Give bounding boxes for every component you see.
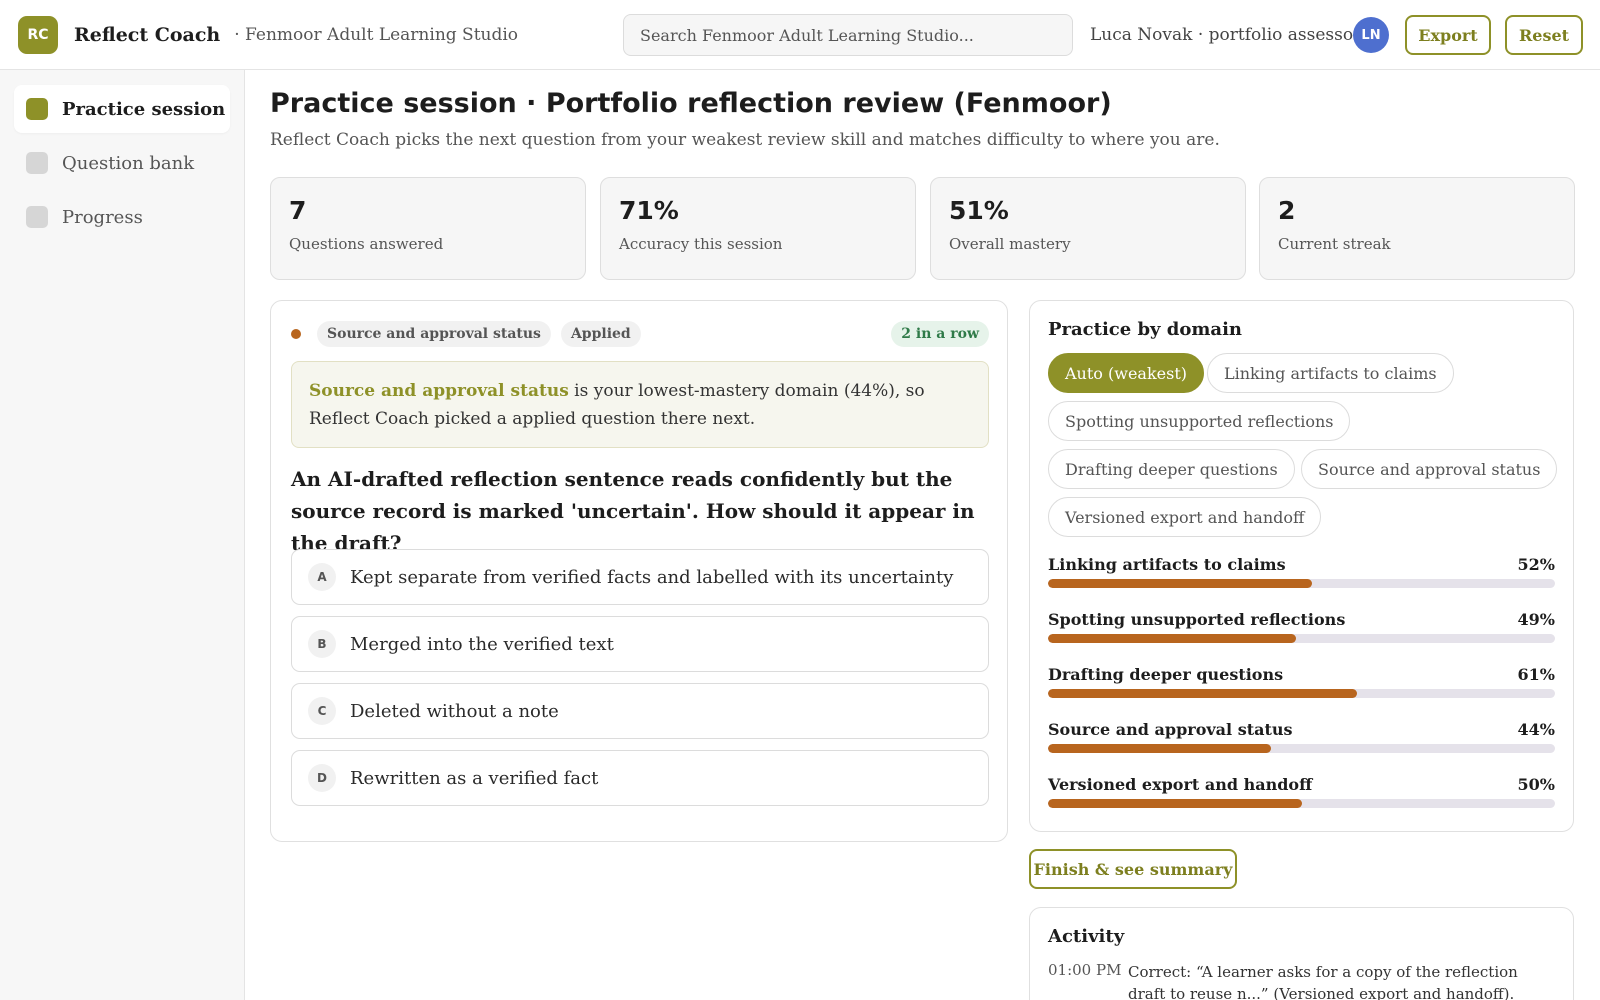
- app-logo: RC: [18, 15, 58, 54]
- option-text: Rewritten as a verified fact: [350, 767, 599, 789]
- domain-dot-icon: [291, 329, 301, 339]
- option-text: Merged into the verified text: [350, 633, 614, 655]
- stat-card-accuracy: 71% Accuracy this session: [600, 177, 916, 280]
- mastery-track: [1048, 689, 1555, 698]
- mastery-fill: [1048, 634, 1297, 643]
- mastery-percent: 50%: [1517, 775, 1555, 794]
- selection-reason: Source and approval status is your lowes…: [291, 361, 989, 448]
- filter-auto-weakest[interactable]: Auto (weakest): [1048, 353, 1204, 393]
- activity-card: Activity 01:00 PM Correct: “A learner as…: [1029, 907, 1574, 1000]
- option-letter: B: [308, 630, 336, 658]
- mastery-percent: 52%: [1517, 555, 1555, 574]
- sidebar: Practice session Question bank Progress: [0, 70, 245, 1000]
- mastery-name: Drafting deeper questions: [1048, 665, 1284, 684]
- reason-highlight: Source and approval status: [309, 381, 569, 401]
- stat-label: Questions answered: [289, 235, 444, 253]
- mastery-track: [1048, 579, 1555, 588]
- mastery-fill: [1048, 689, 1358, 698]
- user-name: Luca Novak · portfolio assessor: [1090, 25, 1362, 45]
- stat-value: 71%: [619, 196, 679, 225]
- answer-option-c[interactable]: C Deleted without a note: [291, 683, 989, 739]
- stat-value: 7: [289, 196, 307, 225]
- mastery-row: Source and approval status 44%: [1048, 720, 1555, 760]
- sidebar-item-label: Practice session: [62, 98, 226, 120]
- stat-label: Accuracy this session: [619, 235, 783, 253]
- question-text: An AI-drafted reflection sentence reads …: [291, 467, 975, 555]
- mastery-percent: 61%: [1517, 665, 1555, 684]
- stat-card-overall-mastery: 51% Overall mastery: [930, 177, 1246, 280]
- mastery-row: Spotting unsupported reflections 49%: [1048, 610, 1555, 650]
- practice-icon: [26, 98, 48, 120]
- stat-value: 51%: [949, 196, 1009, 225]
- page-subtitle: Reflect Coach picks the next question fr…: [270, 130, 1220, 150]
- top-bar: RC Reflect Coach · Fenmoor Adult Learnin…: [0, 0, 1600, 70]
- mastery-fill: [1048, 579, 1312, 588]
- sidebar-item-progress[interactable]: Progress: [14, 193, 230, 241]
- mastery-fill: [1048, 744, 1272, 753]
- reset-button[interactable]: Reset: [1505, 15, 1583, 55]
- level-chip: Applied: [560, 321, 641, 347]
- mastery-row: Linking artifacts to claims 52%: [1048, 555, 1555, 595]
- filter-versioned-export[interactable]: Versioned export and handoff: [1048, 497, 1322, 537]
- mastery-track: [1048, 634, 1555, 643]
- answer-option-a[interactable]: A Kept separate from verified facts and …: [291, 549, 989, 605]
- mastery-name: Versioned export and handoff: [1048, 775, 1313, 794]
- option-text: Deleted without a note: [350, 700, 559, 722]
- org-name: · Fenmoor Adult Learning Studio: [234, 24, 519, 45]
- answer-option-d[interactable]: D Rewritten as a verified fact: [291, 750, 989, 806]
- activity-text: Correct: “A learner asks for a copy of t…: [1128, 963, 1518, 1000]
- mastery-name: Spotting unsupported reflections: [1048, 610, 1346, 629]
- stat-card-questions-answered: 7 Questions answered: [270, 177, 586, 280]
- export-button[interactable]: Export: [1405, 15, 1491, 55]
- domain-chip: Source and approval status: [317, 321, 551, 347]
- sidebar-item-question-bank[interactable]: Question bank: [14, 139, 230, 187]
- option-letter: D: [308, 764, 336, 792]
- progress-icon: [26, 206, 48, 228]
- app-title: Reflect Coach: [74, 23, 221, 46]
- sidebar-item-label: Question bank: [62, 152, 195, 174]
- option-text: Kept separate from verified facts and la…: [350, 566, 954, 588]
- filter-drafting-deeper[interactable]: Drafting deeper questions: [1048, 449, 1295, 489]
- question-header: Source and approval status Applied 2 in …: [291, 321, 989, 347]
- avatar[interactable]: LN: [1353, 17, 1389, 53]
- activity-title: Activity: [1048, 926, 1125, 947]
- mastery-name: Source and approval status: [1048, 720, 1293, 739]
- search-input[interactable]: [623, 14, 1073, 56]
- answer-option-b[interactable]: B Merged into the verified text: [291, 616, 989, 672]
- mastery-percent: 44%: [1517, 720, 1555, 739]
- option-letter: C: [308, 697, 336, 725]
- mastery-fill: [1048, 799, 1302, 808]
- filter-linking-artifacts[interactable]: Linking artifacts to claims: [1207, 353, 1454, 393]
- mastery-row: Versioned export and handoff 50%: [1048, 775, 1555, 815]
- stat-label: Current streak: [1278, 235, 1391, 253]
- domain-card-title: Practice by domain: [1048, 319, 1243, 340]
- stat-card-current-streak: 2 Current streak: [1259, 177, 1575, 280]
- page-title: Practice session · Portfolio reflection …: [270, 88, 1112, 119]
- streak-badge: 2 in a row: [891, 321, 989, 347]
- domain-card: Practice by domain Auto (weakest) Linkin…: [1029, 300, 1574, 832]
- option-letter: A: [308, 563, 336, 591]
- mastery-track: [1048, 744, 1555, 753]
- finish-summary-button[interactable]: Finish & see summary: [1029, 849, 1237, 889]
- mastery-track: [1048, 799, 1555, 808]
- sidebar-item-label: Progress: [62, 206, 143, 228]
- stat-label: Overall mastery: [949, 235, 1071, 253]
- stat-value: 2: [1278, 196, 1296, 225]
- activity-time: 01:00 PM: [1048, 961, 1122, 979]
- mastery-row: Drafting deeper questions 61%: [1048, 665, 1555, 705]
- bank-icon: [26, 152, 48, 174]
- mastery-name: Linking artifacts to claims: [1048, 555, 1286, 574]
- question-card: Source and approval status Applied 2 in …: [270, 300, 1008, 842]
- filter-source-approval[interactable]: Source and approval status: [1301, 449, 1558, 489]
- mastery-percent: 49%: [1517, 610, 1555, 629]
- sidebar-item-practice-session[interactable]: Practice session: [14, 85, 230, 133]
- filter-spotting-unsupported[interactable]: Spotting unsupported reflections: [1048, 401, 1351, 441]
